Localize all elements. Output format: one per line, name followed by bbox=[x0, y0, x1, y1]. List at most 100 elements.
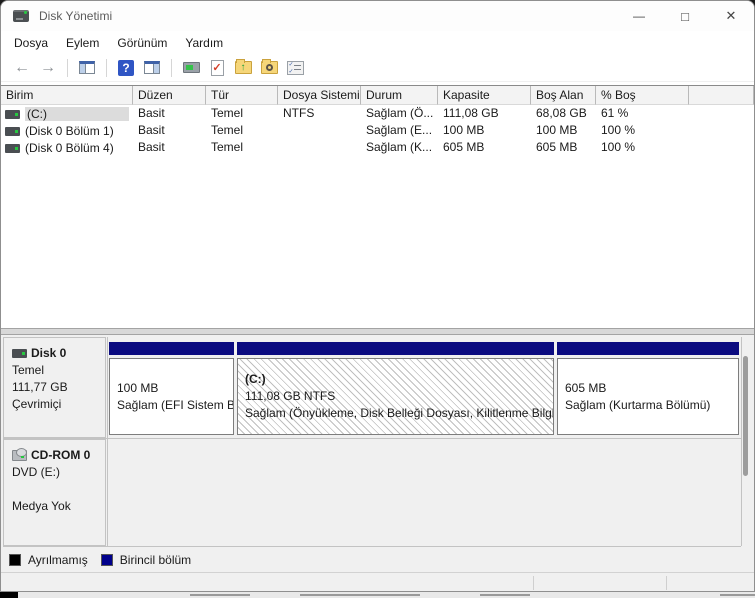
window-title: Disk Yönetimi bbox=[39, 9, 113, 23]
partition-size: 100 MB bbox=[117, 380, 159, 395]
menu-yardim[interactable]: Yardım bbox=[176, 33, 232, 53]
primary-partition-swatch bbox=[100, 554, 113, 566]
cell-yuzde-bos: 100 % bbox=[601, 140, 636, 154]
maximize-button[interactable]: □ bbox=[662, 1, 708, 31]
background-window-strip bbox=[0, 592, 755, 598]
forward-icon[interactable]: → bbox=[37, 58, 59, 78]
column-header-duzen[interactable]: Düzen bbox=[133, 86, 206, 105]
column-header-kapasite[interactable]: Kapasite bbox=[438, 86, 531, 105]
menu-dosya[interactable]: Dosya bbox=[5, 33, 57, 53]
partition-size: 111,08 GB NTFS bbox=[245, 389, 336, 403]
cell-durum: Sağlam (E... bbox=[366, 123, 433, 137]
back-icon[interactable]: ← bbox=[11, 58, 33, 78]
scrollbar-thumb[interactable] bbox=[743, 356, 748, 476]
cell-dosya-sistemi bbox=[278, 122, 361, 139]
pane-splitter[interactable] bbox=[1, 328, 754, 335]
partition-status: Sağlam (Önyükleme, Disk Belleği Dosyası,… bbox=[245, 406, 553, 420]
cell-bos-alan: 100 MB bbox=[536, 123, 578, 137]
partition-header-bar bbox=[557, 342, 739, 355]
screen: { "window": { "title": "Disk Yönetimi", … bbox=[0, 0, 755, 598]
partition-label: (C:) bbox=[245, 372, 266, 386]
cdrom-status: Medya Yok bbox=[12, 499, 71, 513]
check-document-icon[interactable]: ✓ bbox=[206, 58, 228, 78]
table-row-bolum1[interactable]: (Disk 0 Bölüm 1) Basit Temel Sağlam (E..… bbox=[1, 122, 754, 139]
disk0-panel[interactable]: Disk 0 Temel 111,77 GB Çevrimiçi bbox=[3, 337, 106, 438]
row-divider bbox=[3, 546, 741, 547]
table-row-bolum4[interactable]: (Disk 0 Bölüm 4) Basit Temel Sağlam (K..… bbox=[1, 139, 754, 156]
disk-management-app-icon bbox=[13, 10, 29, 22]
cell-yuzde-bos: 61 % bbox=[601, 106, 629, 120]
volume-icon bbox=[5, 143, 20, 153]
column-header-birim[interactable]: Birim bbox=[1, 86, 133, 105]
close-button[interactable]: ✕ bbox=[708, 1, 754, 31]
checklist-icon[interactable] bbox=[284, 58, 306, 78]
cell-yuzde-bos: 100 % bbox=[601, 123, 636, 137]
cell-tur: Temel bbox=[211, 123, 244, 137]
column-header-dosya-sistemi[interactable]: Dosya Sistemi bbox=[278, 86, 361, 105]
window-controls: — □ ✕ bbox=[616, 1, 754, 31]
table-row-c[interactable]: (C:) Basit Temel NTFS Sağlam (Ö... 111,0… bbox=[1, 105, 754, 122]
title-bar: Disk Yönetimi — □ ✕ bbox=[1, 1, 754, 31]
volume-name: (C:) bbox=[25, 107, 129, 121]
cell-kapasite: 111,08 GB bbox=[443, 106, 499, 120]
cell-bos-alan: 68,08 GB bbox=[536, 106, 587, 120]
cdrom0-panel[interactable]: CD-ROM 0 DVD (E:) Medya Yok bbox=[3, 439, 106, 546]
column-divider bbox=[107, 337, 108, 546]
cell-durum: Sağlam (K... bbox=[366, 140, 433, 154]
volume-name: (Disk 0 Bölüm 1) bbox=[25, 124, 114, 138]
menu-eylem[interactable]: Eylem bbox=[57, 33, 108, 53]
graphical-view-pane: Disk 0 Temel 111,77 GB Çevrimiçi 100 MB … bbox=[1, 335, 754, 591]
column-header-empty bbox=[689, 86, 754, 105]
cell-duzen: Basit bbox=[138, 140, 165, 154]
cell-tur: Temel bbox=[211, 106, 244, 120]
cell-dosya-sistemi: NTFS bbox=[283, 106, 315, 120]
partition-header-bar bbox=[237, 342, 554, 355]
legend: Ayrılmamış Birincil bölüm bbox=[1, 548, 754, 572]
console-tree-icon[interactable] bbox=[76, 58, 98, 78]
column-header-yuzde-bos[interactable]: % Boş bbox=[596, 86, 689, 105]
cdrom-drive: DVD (E:) bbox=[12, 465, 60, 479]
minimize-button[interactable]: — bbox=[616, 1, 662, 31]
partition-size: 605 MB bbox=[565, 380, 607, 395]
primary-partition-label: Birincil bölüm bbox=[119, 553, 192, 567]
device-icon[interactable] bbox=[180, 58, 202, 78]
cell-dosya-sistemi bbox=[278, 139, 361, 156]
menu-gorunum[interactable]: Görünüm bbox=[108, 33, 176, 53]
cell-durum: Sağlam (Ö... bbox=[366, 106, 434, 120]
folder-up-icon[interactable]: ↑ bbox=[232, 58, 254, 78]
volume-list: Birim Düzen Tür Dosya Sistemi Durum Kapa… bbox=[1, 85, 754, 328]
partition-status: Sağlam (EFI Sistem Bö bbox=[117, 397, 233, 412]
disk-icon bbox=[12, 349, 27, 358]
partition-recovery[interactable]: 605 MB Sağlam (Kurtarma Bölümü) bbox=[557, 342, 739, 435]
unallocated-label: Ayrılmamış bbox=[28, 553, 88, 567]
disk-type: Temel bbox=[12, 363, 45, 377]
cell-tur: Temel bbox=[211, 140, 244, 154]
action-pane-icon[interactable] bbox=[141, 58, 163, 78]
folder-search-icon[interactable] bbox=[258, 58, 280, 78]
status-bar-divider bbox=[666, 576, 667, 590]
row-divider bbox=[3, 438, 741, 439]
column-header-durum[interactable]: Durum bbox=[361, 86, 438, 105]
partition-c[interactable]: (C:) 111,08 GB NTFS Sağlam (Önyükleme, D… bbox=[237, 342, 554, 435]
help-icon[interactable]: ? bbox=[115, 58, 137, 78]
vertical-scrollbar[interactable] bbox=[742, 338, 750, 546]
unallocated-swatch bbox=[9, 554, 21, 566]
volume-list-header: Birim Düzen Tür Dosya Sistemi Durum Kapa… bbox=[1, 86, 754, 105]
column-header-bos-alan[interactable]: Boş Alan bbox=[531, 86, 596, 105]
cell-duzen: Basit bbox=[138, 123, 165, 137]
menu-bar: Dosya Eylem Görünüm Yardım bbox=[1, 31, 754, 54]
disk-status: Çevrimiçi bbox=[12, 397, 62, 411]
toolbar-separator bbox=[106, 58, 107, 77]
toolbar: ← → ? ✓ ↑ bbox=[1, 54, 754, 82]
partition-status: Sağlam (Kurtarma Bölümü) bbox=[565, 397, 711, 412]
column-header-tur[interactable]: Tür bbox=[206, 86, 278, 105]
partition-efi[interactable]: 100 MB Sağlam (EFI Sistem Bö bbox=[109, 342, 234, 435]
background-window-fragment bbox=[0, 592, 18, 598]
cell-duzen: Basit bbox=[138, 106, 165, 120]
toolbar-separator bbox=[67, 58, 68, 77]
volume-icon bbox=[5, 109, 20, 119]
disk-name: Disk 0 bbox=[31, 346, 67, 360]
volume-icon bbox=[5, 126, 20, 136]
cdrom-icon bbox=[12, 448, 27, 461]
volume-name: (Disk 0 Bölüm 4) bbox=[25, 141, 114, 155]
